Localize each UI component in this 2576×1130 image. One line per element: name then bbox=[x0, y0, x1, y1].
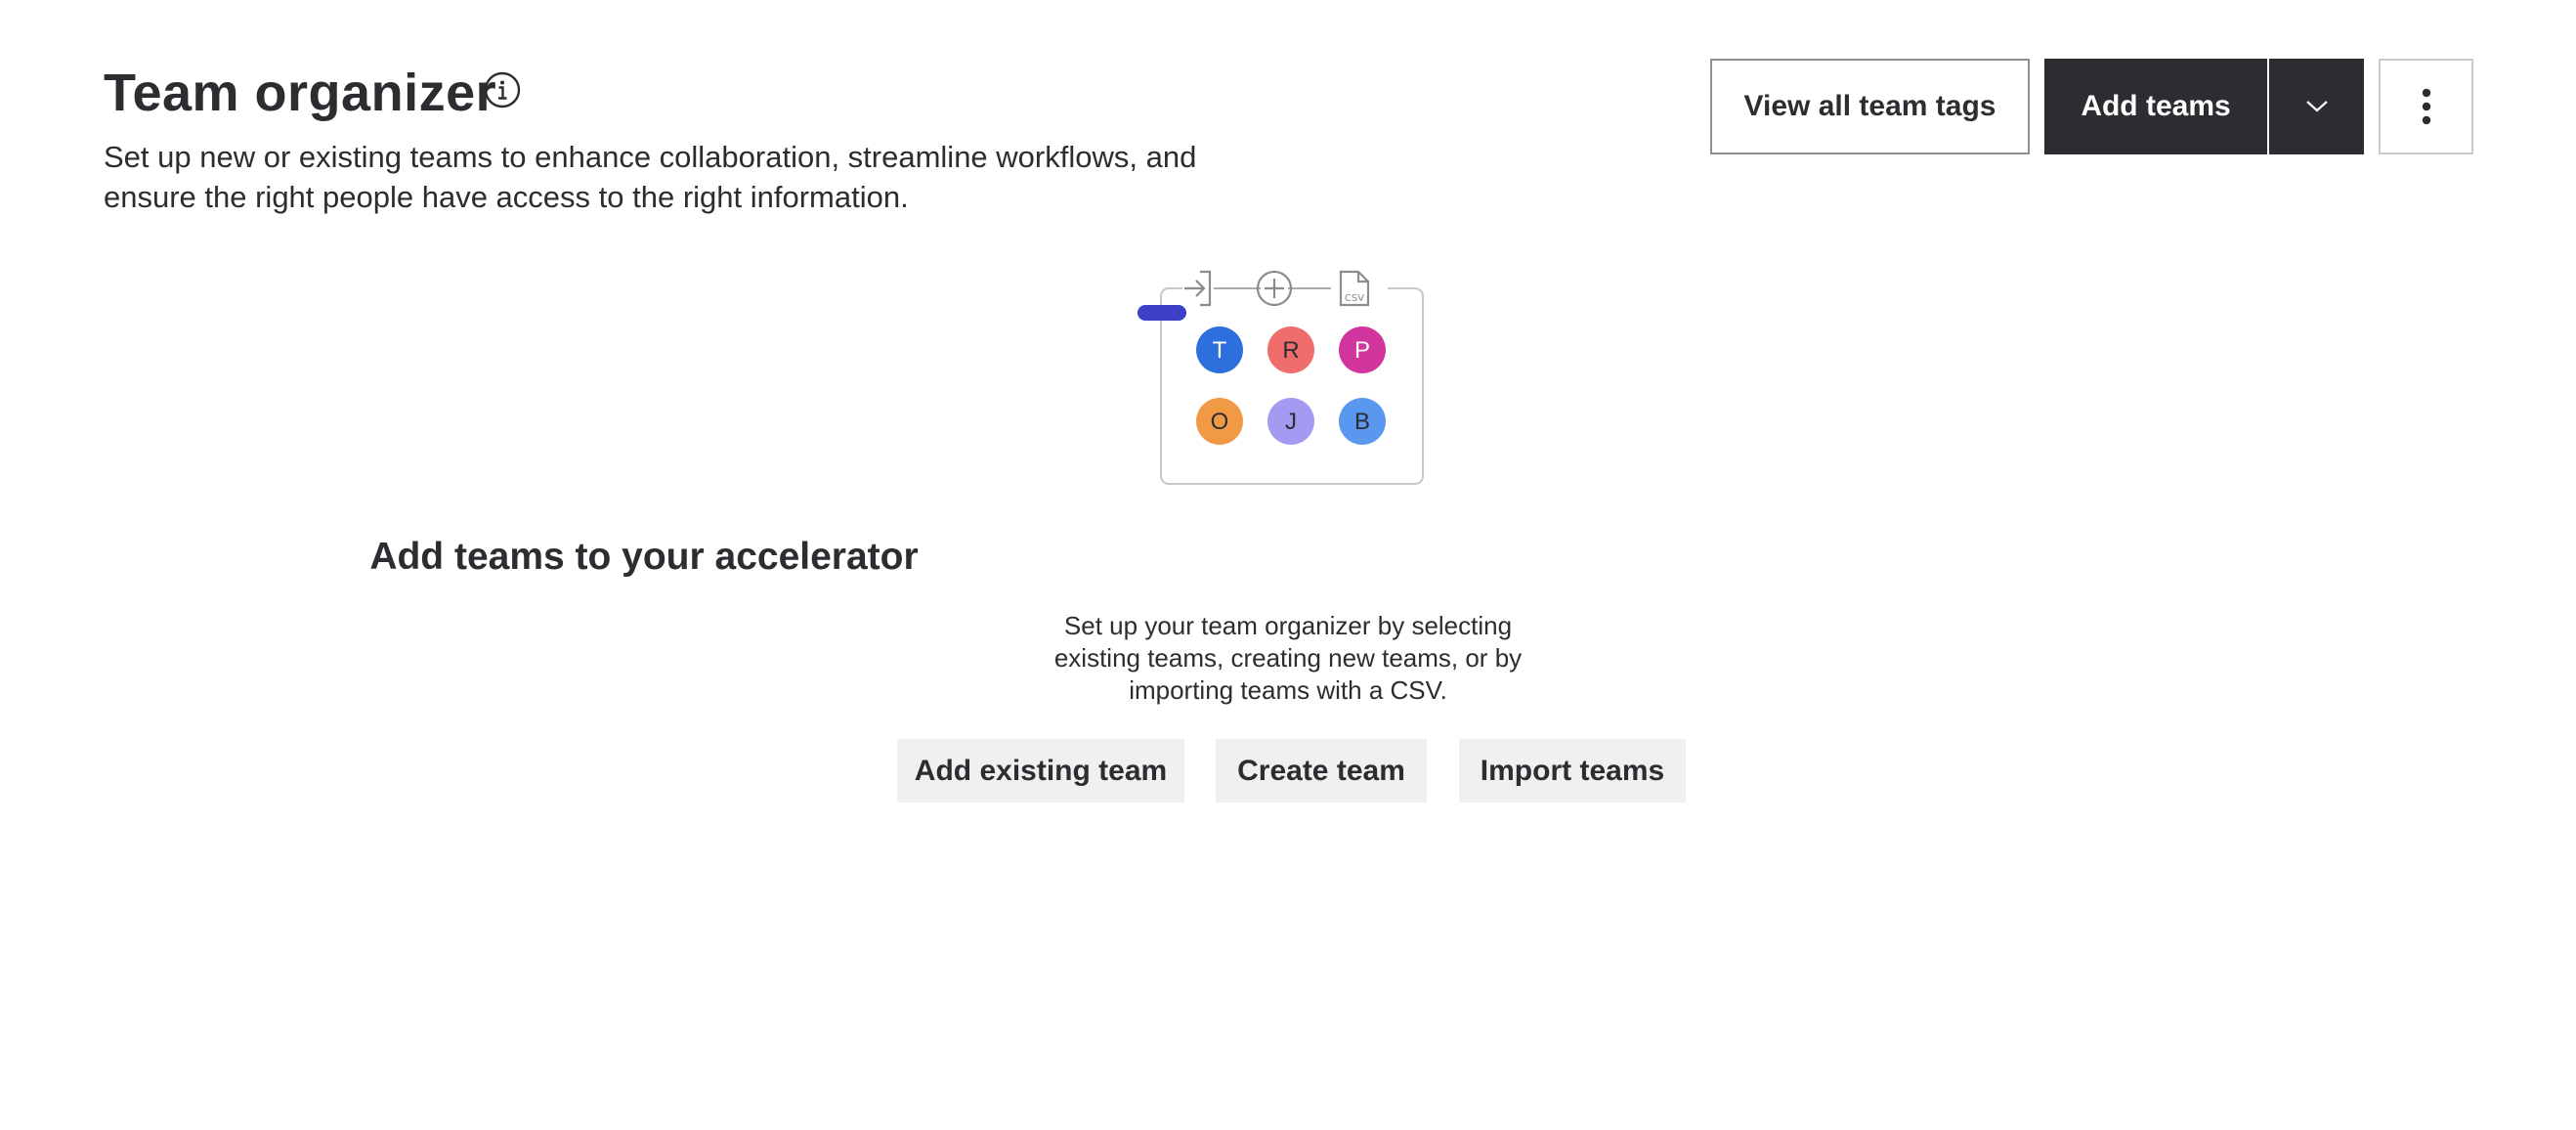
import-teams-button[interactable]: Import teams bbox=[1459, 739, 1686, 803]
avatar: R bbox=[1267, 326, 1314, 373]
view-all-team-tags-button[interactable]: View all team tags bbox=[1710, 59, 2030, 154]
chevron-down-icon bbox=[2305, 101, 2328, 112]
avatar-letter: O bbox=[1211, 409, 1229, 435]
avatar-letter: T bbox=[1213, 337, 1227, 364]
vertical-ellipsis-icon bbox=[2422, 88, 2430, 125]
add-teams-button[interactable]: Add teams bbox=[2044, 59, 2267, 154]
avatar: B bbox=[1339, 398, 1386, 445]
avatar-letter: B bbox=[1354, 409, 1370, 435]
more-options-button[interactable] bbox=[2379, 59, 2473, 154]
csv-label: CSV bbox=[1345, 293, 1364, 304]
teams-illustration: CSV T R P O J B bbox=[1138, 270, 1424, 485]
add-teams-dropdown-button[interactable] bbox=[2269, 59, 2364, 154]
empty-state-description: Set up your team organizer by selecting … bbox=[1053, 611, 1523, 705]
avatar-letter: P bbox=[1354, 337, 1370, 364]
accent-pill bbox=[1138, 305, 1186, 321]
avatar: J bbox=[1267, 398, 1314, 445]
info-circle-icon[interactable] bbox=[483, 70, 522, 109]
avatar-letter: R bbox=[1282, 337, 1299, 364]
empty-state-title: Add teams to your accelerator bbox=[369, 536, 919, 578]
avatar: P bbox=[1339, 326, 1386, 373]
avatar: O bbox=[1196, 398, 1243, 445]
avatar: T bbox=[1196, 326, 1243, 373]
add-existing-team-button[interactable]: Add existing team bbox=[897, 739, 1184, 803]
page-title: Team organizer bbox=[104, 64, 497, 122]
avatar-letter: J bbox=[1285, 409, 1297, 435]
create-team-button[interactable]: Create team bbox=[1216, 739, 1427, 803]
team-organizer-page: Team organizer Set up new or existing te… bbox=[0, 0, 2576, 1130]
page-description: Set up new or existing teams to enhance … bbox=[104, 140, 1197, 214]
